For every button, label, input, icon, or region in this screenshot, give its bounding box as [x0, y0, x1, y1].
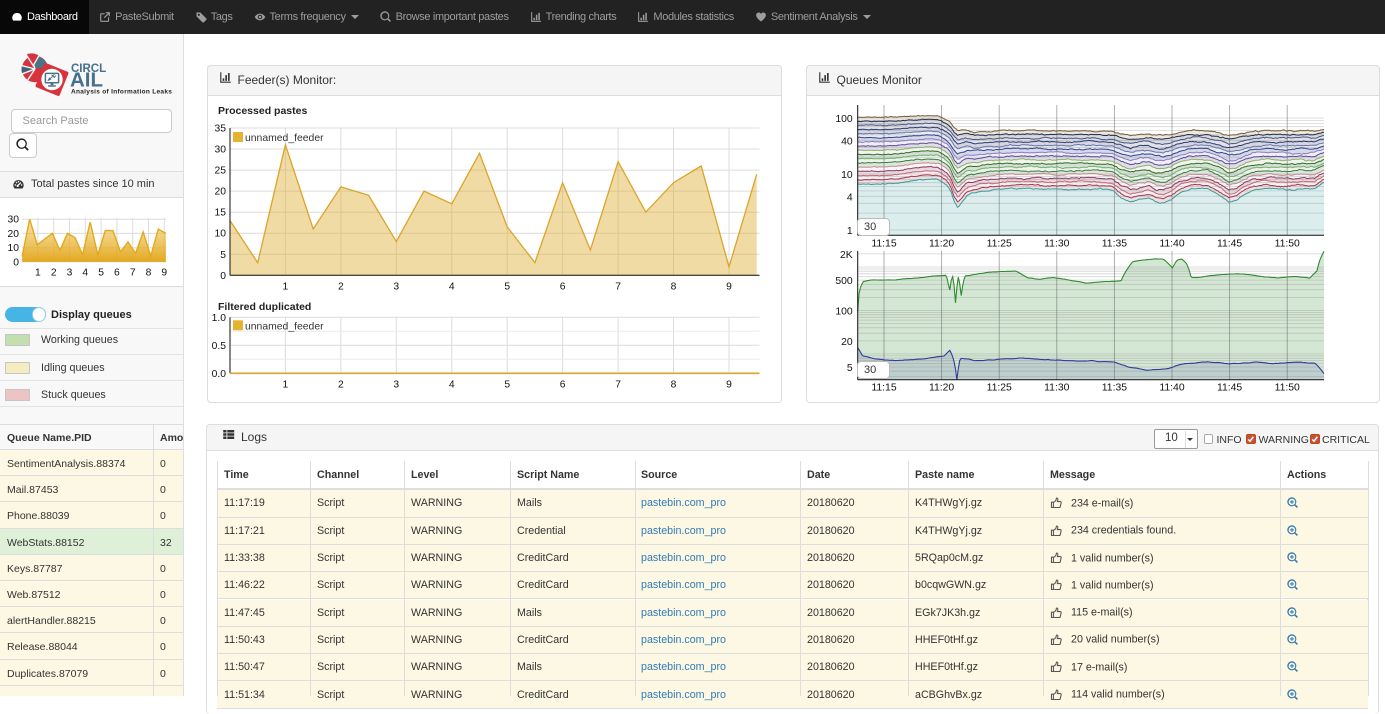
svg-text:0: 0: [220, 271, 226, 282]
svg-text:1: 1: [847, 226, 853, 237]
svg-text:500: 500: [835, 276, 853, 287]
svg-text:7: 7: [615, 379, 621, 390]
svg-text:2: 2: [338, 281, 344, 292]
svg-text:3: 3: [393, 281, 399, 292]
svg-text:20: 20: [841, 337, 853, 348]
svg-text:40: 40: [841, 136, 853, 147]
svg-text:30: 30: [215, 145, 227, 156]
svg-text:11:15: 11:15: [871, 383, 896, 394]
svg-text:unnamed_feeder: unnamed_feeder: [245, 133, 324, 144]
svg-text:9: 9: [726, 281, 732, 292]
svg-text:2K: 2K: [840, 250, 853, 261]
svg-text:11:35: 11:35: [1102, 383, 1127, 394]
svg-text:10: 10: [8, 243, 20, 254]
svg-text:3: 3: [67, 267, 73, 278]
svg-text:10: 10: [841, 170, 853, 181]
svg-text:7: 7: [615, 281, 621, 292]
svg-text:4: 4: [847, 192, 853, 203]
svg-text:11:25: 11:25: [987, 383, 1012, 394]
svg-text:11:20: 11:20: [929, 383, 954, 394]
svg-text:4: 4: [449, 281, 455, 292]
svg-text:Analysis of Information Leaks: Analysis of Information Leaks: [71, 89, 172, 96]
svg-text:5: 5: [220, 250, 226, 261]
svg-text:5: 5: [98, 267, 104, 278]
svg-text:6: 6: [560, 281, 566, 292]
svg-text:6: 6: [560, 379, 566, 390]
svg-text:1: 1: [283, 281, 289, 292]
svg-text:7: 7: [130, 267, 136, 278]
svg-text:2: 2: [338, 379, 344, 390]
svg-text:25: 25: [215, 166, 227, 177]
svg-text:11:30: 11:30: [1044, 383, 1069, 394]
svg-text:35: 35: [215, 124, 227, 135]
svg-text:20: 20: [215, 187, 227, 198]
svg-text:0.0: 0.0: [212, 369, 227, 380]
svg-text:4: 4: [449, 379, 455, 390]
svg-text:11:50: 11:50: [1275, 383, 1300, 394]
svg-text:5: 5: [504, 281, 510, 292]
svg-text:11:40: 11:40: [1159, 383, 1184, 394]
svg-text:4: 4: [82, 267, 88, 278]
svg-text:6: 6: [114, 267, 120, 278]
svg-text:0: 0: [13, 257, 19, 268]
svg-text:100: 100: [835, 114, 853, 125]
svg-text:5: 5: [504, 379, 510, 390]
svg-text:10: 10: [215, 229, 227, 240]
svg-text:1: 1: [35, 267, 41, 278]
svg-text:unnamed_feeder: unnamed_feeder: [245, 321, 324, 332]
svg-text:11:45: 11:45: [1217, 383, 1242, 394]
svg-text:2: 2: [51, 267, 57, 278]
svg-text:20: 20: [8, 229, 20, 240]
svg-text:8: 8: [671, 379, 677, 390]
svg-text:1.0: 1.0: [212, 313, 227, 324]
svg-text:9: 9: [161, 267, 167, 278]
svg-text:9: 9: [726, 379, 732, 390]
svg-text:3: 3: [393, 379, 399, 390]
svg-text:8: 8: [671, 281, 677, 292]
svg-text:5: 5: [847, 363, 853, 374]
svg-text:0.5: 0.5: [212, 341, 227, 352]
svg-text:1: 1: [283, 379, 289, 390]
svg-text:30: 30: [8, 215, 20, 226]
svg-text:8: 8: [146, 267, 152, 278]
svg-text:100: 100: [835, 307, 853, 318]
svg-text:15: 15: [215, 208, 227, 219]
